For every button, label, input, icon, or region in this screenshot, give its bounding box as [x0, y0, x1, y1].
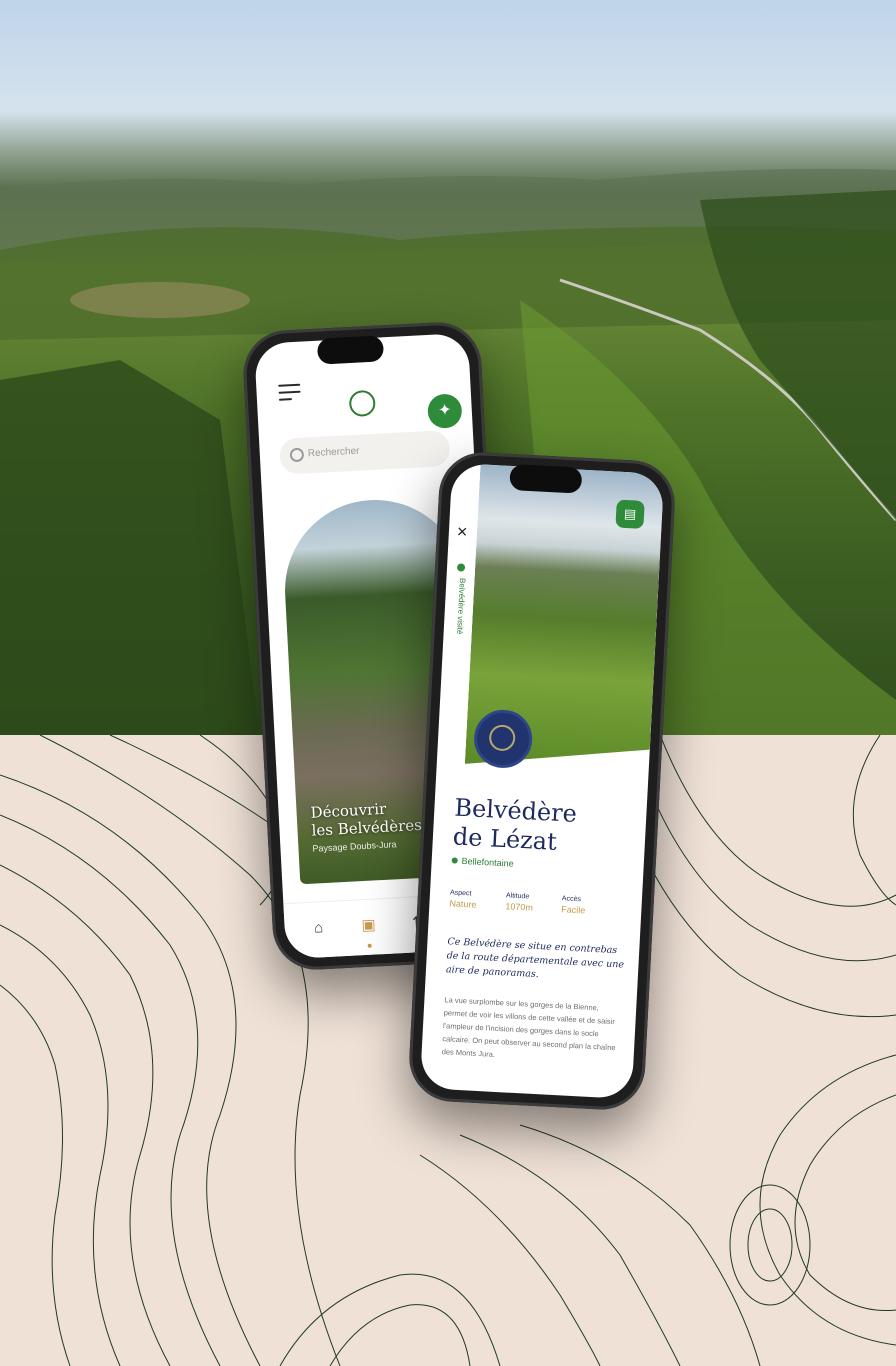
- search-input[interactable]: Rechercher: [279, 429, 451, 475]
- stat-label: Altitude: [505, 892, 530, 901]
- location-dot-icon: [451, 857, 458, 864]
- lead-paragraph: Ce Belvédère se situe en contrebas de la…: [445, 936, 625, 981]
- app-logo-icon: [348, 389, 376, 418]
- page-title: Belvédère de Lézat: [452, 793, 577, 857]
- dynamic-island: [316, 335, 385, 365]
- phone-mockup-detail: × Belvédère visité ▤ Belvédère de Lézat …: [407, 450, 677, 1112]
- home-icon[interactable]: ⌂: [306, 916, 331, 941]
- stat-value: Facile: [561, 904, 586, 916]
- description-paragraph: La vue surplombe sur les gorges de la Bi…: [441, 995, 616, 1059]
- card-title: Découvrir les Belvédères: [310, 798, 422, 840]
- stat-value: Nature: [449, 898, 477, 910]
- map-pin-button[interactable]: ✦: [426, 393, 463, 429]
- map-icon: ▤: [623, 505, 637, 522]
- stat-altitude: Altitude 1070m: [505, 892, 533, 912]
- visited-check-icon: [456, 563, 466, 572]
- stat-access: Accès Facile: [561, 895, 586, 915]
- menu-icon[interactable]: [278, 383, 301, 401]
- location-text: Bellefontaine: [461, 855, 514, 869]
- active-tab-indicator: [367, 943, 372, 948]
- title-line2: de Lézat: [452, 822, 558, 856]
- map-view-button[interactable]: ▤: [615, 499, 645, 529]
- stat-aspect: Aspect Nature: [449, 889, 477, 909]
- close-icon[interactable]: ×: [456, 521, 468, 543]
- detail-screen: × Belvédère visité ▤ Belvédère de Lézat …: [419, 462, 665, 1100]
- visited-label-text: Belvédère visité: [455, 577, 468, 635]
- stat-label: Accès: [561, 895, 582, 904]
- search-placeholder: Rechercher: [307, 445, 360, 460]
- location-label: Bellefontaine: [451, 855, 514, 869]
- book-icon[interactable]: ▣: [356, 913, 381, 938]
- pin-icon: ✦: [437, 401, 452, 420]
- dynamic-island: [509, 463, 583, 494]
- stat-label: Aspect: [449, 889, 472, 898]
- search-icon: [289, 447, 305, 463]
- visited-label: Belvédère visité: [448, 563, 470, 674]
- stat-value: 1070m: [505, 901, 534, 913]
- card-subtitle: Paysage Doubs-Jura: [312, 839, 397, 854]
